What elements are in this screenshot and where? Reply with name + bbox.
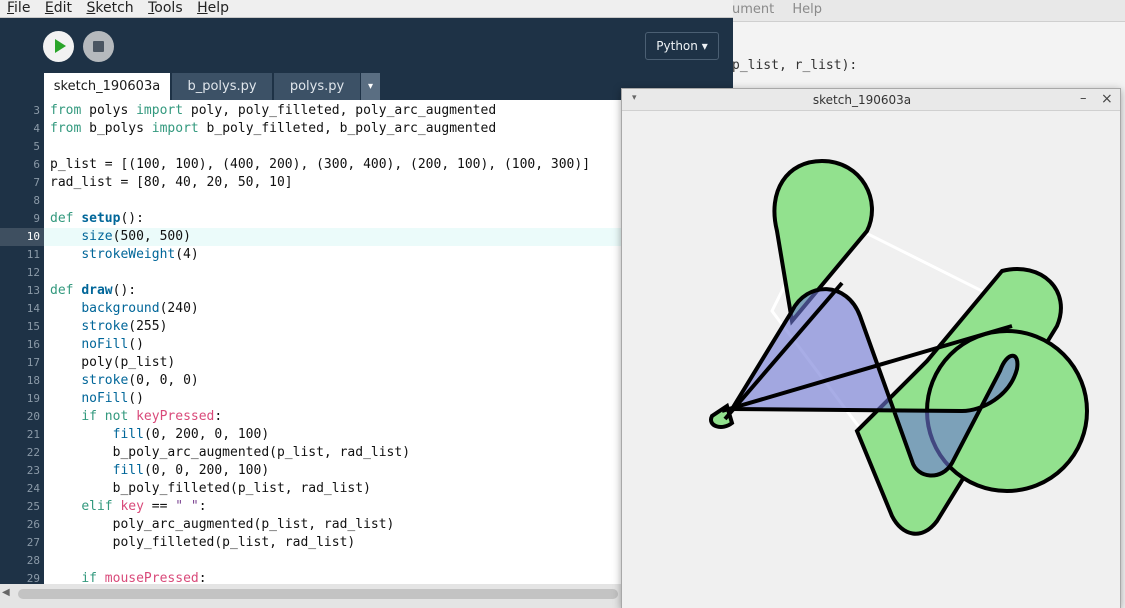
screen: ument Help p_list, r_list): File Edit Sk…	[0, 0, 1125, 608]
code-text: p_list = [(100, 100), (400, 200), (300, …	[50, 157, 591, 172]
code-text: if mousePressed:	[81, 571, 207, 584]
sketch-window: ▾ sketch_190603a – ×	[621, 88, 1121, 608]
line-number: 9	[33, 212, 40, 225]
code-text: size(500, 500)	[81, 229, 191, 244]
sketch-canvas	[622, 111, 1120, 608]
code-text: def setup():	[50, 211, 144, 226]
code-text: from polys import poly, poly_filleted, p…	[50, 103, 497, 118]
code-text: strokeWeight(4)	[81, 247, 199, 262]
line-number: 15	[26, 320, 40, 333]
code-text: noFill()	[81, 391, 144, 406]
line-number: 23	[26, 464, 40, 477]
code-text: stroke(255)	[81, 319, 168, 334]
run-button[interactable]	[43, 31, 74, 62]
menu-edit[interactable]: Edit	[38, 0, 75, 16]
line-number: 4	[33, 122, 40, 135]
menubar: File Edit Sketch Tools Help	[0, 0, 733, 18]
line-number: 11	[26, 248, 40, 261]
menu-tools[interactable]: Tools	[141, 0, 186, 16]
stop-button[interactable]	[83, 31, 114, 62]
code-text: b_poly_arc_augmented(p_list, rad_list)	[50, 445, 411, 460]
line-number: 28	[26, 554, 40, 567]
background-menu-item[interactable]: ument	[732, 2, 774, 17]
menu-file[interactable]: File	[0, 0, 33, 16]
line-number: 22	[26, 446, 40, 459]
code-text: poly(p_list)	[50, 355, 176, 370]
line-number: 12	[26, 266, 40, 279]
sketch-titlebar[interactable]: ▾ sketch_190603a – ×	[622, 89, 1120, 111]
mode-selector[interactable]: Python ▾	[645, 32, 719, 60]
line-number: 25	[26, 500, 40, 513]
sketch-window-title: sketch_190603a	[812, 93, 912, 107]
code-text: fill(0, 200, 0, 100)	[112, 427, 270, 442]
line-number: 20	[26, 410, 40, 423]
menu-sketch[interactable]: Sketch	[79, 0, 136, 16]
code-text: poly_filleted(p_list, rad_list)	[50, 535, 356, 550]
minimize-icon[interactable]: –	[1080, 91, 1087, 106]
line-number: 24	[26, 482, 40, 495]
background-menubar: ument Help	[732, 0, 1125, 22]
line-number: 10	[26, 230, 40, 243]
line-number: 6	[33, 158, 40, 171]
tab-sketch-190603a[interactable]: sketch_190603a	[44, 73, 170, 100]
background-menu-help[interactable]: Help	[792, 2, 822, 17]
line-number: 7	[33, 176, 40, 189]
tab-polys[interactable]: polys.py	[274, 73, 360, 100]
line-number: 3	[33, 104, 40, 117]
line-number: 8	[33, 194, 40, 207]
line-number: 13	[26, 284, 40, 297]
code-text: from b_polys import b_poly_filleted, b_p…	[50, 121, 497, 136]
code-text: stroke(0, 0, 0)	[81, 373, 199, 388]
code-text: if not keyPressed:	[81, 409, 223, 424]
line-number: 26	[26, 518, 40, 531]
close-icon[interactable]: ×	[1101, 91, 1113, 107]
line-number: 21	[26, 428, 40, 441]
line-number: 27	[26, 536, 40, 549]
code-text: def draw():	[50, 283, 137, 298]
line-number: 29	[26, 572, 40, 584]
toolbar: Python ▾	[0, 19, 733, 73]
line-number: 17	[26, 356, 40, 369]
line-number: 14	[26, 302, 40, 315]
tab-overflow-arrow-icon[interactable]: ▾	[361, 73, 380, 100]
line-number: 5	[33, 140, 40, 153]
code-text: noFill()	[81, 337, 144, 352]
scroll-left-arrow-icon[interactable]: ◀	[2, 587, 10, 598]
line-number: 18	[26, 374, 40, 387]
tab-b-polys[interactable]: b_polys.py	[172, 73, 272, 100]
scrollbar-thumb[interactable]	[18, 589, 618, 599]
code-text: fill(0, 0, 200, 100)	[112, 463, 270, 478]
menu-help[interactable]: Help	[190, 0, 232, 16]
background-code-fragment: p_list, r_list):	[732, 58, 858, 73]
code-text: poly_arc_augmented(p_list, rad_list)	[50, 517, 395, 532]
line-number: 19	[26, 392, 40, 405]
line-number: 16	[26, 338, 40, 351]
code-text: background(240)	[81, 301, 199, 316]
code-text: rad_list = [80, 40, 20, 50, 10]	[50, 175, 293, 190]
code-text: b_poly_filleted(p_list, rad_list)	[50, 481, 371, 496]
sketch-drawing	[709, 158, 1089, 536]
code-text: elif key == " ":	[81, 499, 207, 514]
